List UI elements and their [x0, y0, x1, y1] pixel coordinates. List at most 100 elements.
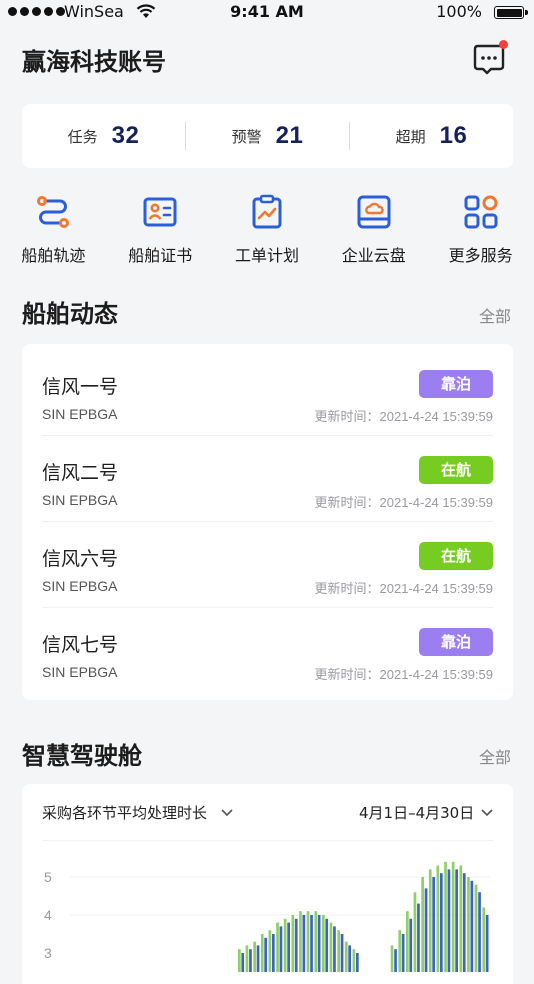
quick-action-more-services[interactable]: 更多服务	[427, 192, 534, 272]
track-icon	[37, 196, 70, 228]
chart-bar	[291, 915, 295, 972]
chart-card: 采购各环节平均处理时长 4月1日–4月30日 543	[22, 784, 513, 984]
stat-value: 32	[111, 122, 140, 149]
ship-name: 信风六号	[42, 548, 119, 570]
chart-bar	[264, 937, 267, 972]
chart-bar	[260, 934, 264, 972]
update-time: 更新时间：2021-4-24 15:39:59	[314, 409, 493, 424]
status-badge: 在航	[419, 456, 493, 484]
chart-bar	[485, 915, 489, 972]
stats-card: 任务 32 预警 21 超期 16	[22, 104, 513, 168]
chart-bar	[310, 915, 313, 972]
chart-bar	[314, 911, 318, 972]
quick-action-label: 更多服务	[448, 246, 513, 265]
chart-bar	[276, 922, 279, 972]
chart-bar	[478, 892, 481, 972]
chart-bar	[390, 945, 394, 972]
list-item[interactable]: 信风七号 SIN EPBGA 靠泊 更新时间：2021-4-24 15:39:5…	[42, 608, 493, 694]
chart-bar	[440, 873, 443, 972]
stat-label: 预警	[231, 127, 262, 146]
stat-task[interactable]: 任务 32	[22, 122, 185, 150]
chart-bar	[424, 888, 428, 972]
status-badge: 靠泊	[419, 628, 493, 656]
section-title-smart-cockpit: 智慧驾驶舱	[22, 742, 142, 770]
ship-code: SIN EPBGA	[42, 406, 118, 422]
quick-actions: 船舶轨迹 船舶证书 工单计划 企业云盘 更多服务	[0, 192, 534, 272]
chart-bar	[279, 926, 283, 972]
quick-action-label: 船舶轨迹	[21, 246, 86, 265]
status-badge: 在航	[419, 542, 493, 570]
chart-bar	[340, 934, 344, 972]
message-button[interactable]	[470, 40, 508, 78]
chart-bar	[249, 949, 252, 972]
chart-bar	[302, 915, 306, 972]
quick-action-label: 企业云盘	[341, 246, 406, 265]
chart-bar	[241, 953, 245, 972]
chart-bar	[459, 865, 463, 972]
ships-card: 信风一号 SIN EPBGA 靠泊 更新时间：2021-4-24 15:39:5…	[22, 344, 513, 700]
chart-bar	[238, 949, 241, 972]
list-item[interactable]: 信风一号 SIN EPBGA 靠泊 更新时间：2021-4-24 15:39:5…	[42, 350, 493, 436]
list-item[interactable]: 信风六号 SIN EPBGA 在航 更新时间：2021-4-24 15:39:5…	[42, 522, 493, 608]
ship-name: 信风七号	[42, 634, 119, 656]
chart-bar	[287, 922, 290, 972]
ship-name: 信风二号	[42, 462, 119, 484]
stat-label: 超期	[395, 127, 426, 146]
ship-name: 信风一号	[42, 376, 119, 398]
page-title: 赢海科技账号	[22, 48, 166, 76]
chart-bar	[474, 884, 478, 972]
stat-value: 21	[275, 122, 304, 149]
chart-bar	[245, 945, 249, 972]
chart-bar	[325, 918, 329, 972]
chart-bar	[322, 915, 325, 972]
quick-action-ship-certificate[interactable]: 船舶证书	[107, 192, 214, 272]
chart-bar	[401, 934, 405, 972]
chart-bar	[352, 949, 356, 972]
chart-bar	[253, 941, 256, 972]
chart-bar	[256, 945, 260, 972]
chart-bar	[455, 869, 458, 972]
processing-time-chart: 5 4 3	[44, 861, 490, 972]
chart-bar	[299, 911, 302, 972]
quick-action-cloud-drive[interactable]: 企业云盘	[320, 192, 427, 272]
chart-bar	[398, 930, 402, 972]
chart-bar	[344, 941, 348, 972]
chart-bar	[268, 930, 272, 972]
y-tick-label: 3	[44, 945, 52, 961]
ship-code: SIN EPBGA	[42, 664, 118, 680]
chart-bar	[447, 869, 451, 972]
list-item[interactable]: 信风二号 SIN EPBGA 在航 更新时间：2021-4-24 15:39:5…	[42, 436, 493, 522]
chart-bar	[294, 918, 298, 972]
chart-bar	[444, 861, 447, 972]
chart-bar	[451, 861, 455, 972]
stat-overdue[interactable]: 超期 16	[350, 122, 513, 150]
chart-bar	[467, 877, 470, 972]
chart-bar	[329, 922, 333, 972]
stat-warning[interactable]: 预警 21	[186, 122, 349, 150]
chart-bar	[436, 865, 440, 972]
chart-bar	[462, 873, 466, 972]
quick-action-work-order[interactable]: 工单计划	[214, 192, 321, 272]
clipboard-chart-icon	[252, 194, 282, 229]
chart-bar	[348, 945, 351, 972]
stat-value: 16	[439, 122, 468, 149]
y-tick-label: 5	[44, 869, 52, 885]
status-bar: WinSea 9:41 AM 100%	[0, 0, 534, 24]
chart-bar	[406, 911, 409, 972]
notification-dot	[499, 40, 508, 49]
view-all-ships-link[interactable]: 全部	[479, 303, 511, 327]
chart-bar	[470, 880, 474, 972]
update-time: 更新时间：2021-4-24 15:39:59	[314, 581, 493, 596]
status-badge: 靠泊	[419, 370, 493, 398]
view-all-cockpit-link[interactable]: 全部	[479, 744, 511, 768]
ship-code: SIN EPBGA	[42, 492, 118, 508]
update-time: 更新时间：2021-4-24 15:39:59	[314, 495, 493, 510]
chart-bar	[272, 934, 275, 972]
chart-bar	[482, 907, 486, 972]
quick-action-ship-track[interactable]: 船舶轨迹	[0, 192, 107, 272]
battery-percent: 100%	[436, 2, 482, 21]
chart-bar	[417, 903, 420, 972]
chart-bar	[333, 926, 336, 972]
quick-action-label: 船舶证书	[128, 246, 193, 265]
section-title-ship-dynamics: 船舶动态	[22, 300, 118, 328]
